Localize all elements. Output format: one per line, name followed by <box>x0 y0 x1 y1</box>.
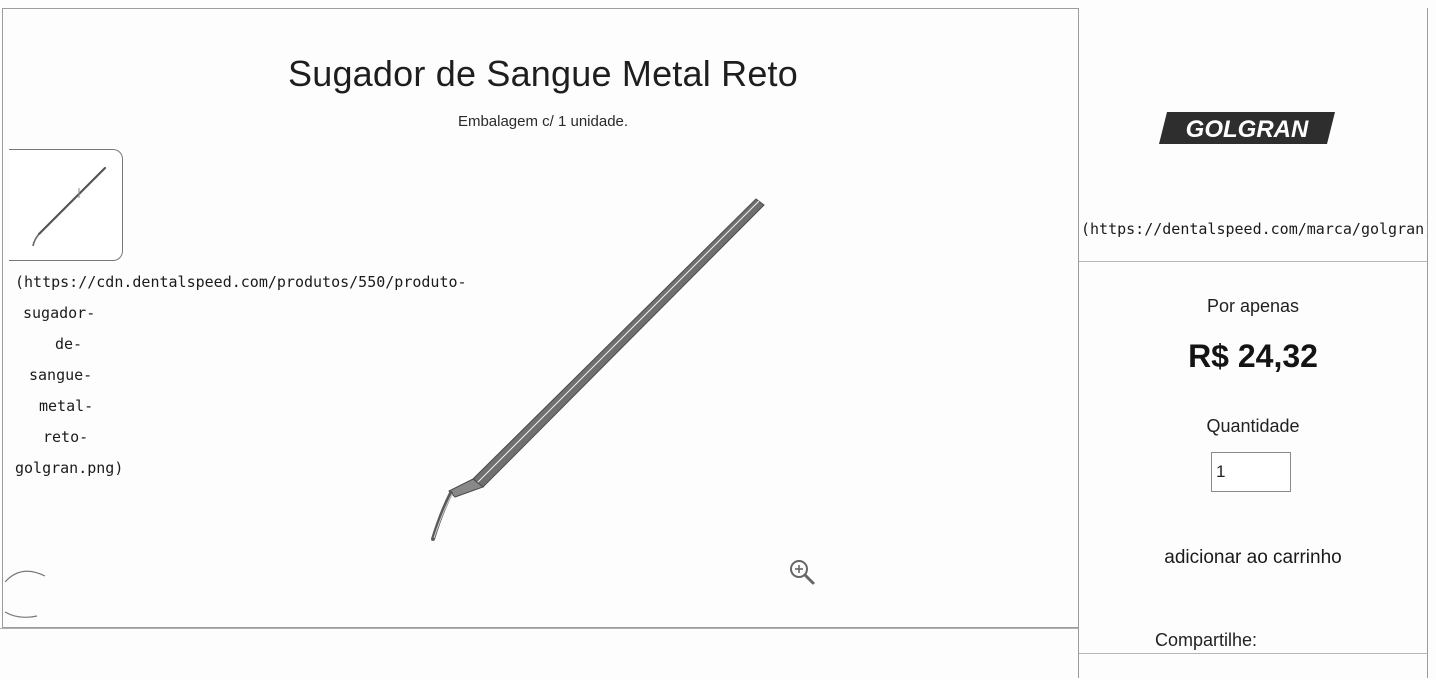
brand-logo-text: GOLGRAN <box>1186 116 1309 143</box>
divider <box>1079 653 1427 654</box>
product-title: Sugador de Sangue Metal Reto <box>288 53 798 94</box>
share-label: Compartilhe: <box>1155 630 1258 650</box>
zoom-in-icon[interactable] <box>787 557 817 587</box>
divider <box>1079 261 1427 262</box>
carousel-prev-icon[interactable] <box>1 564 71 624</box>
purchase-sidebar: GOLGRAN (https://dentalspeed.com/marca/g… <box>1078 8 1428 678</box>
suction-tip-thumbnail-icon <box>32 166 107 247</box>
product-subtitle: Embalagem c/ 1 unidade. <box>457 113 629 130</box>
image-url-line: sugador- <box>23 304 96 322</box>
quantity-input[interactable] <box>1211 452 1291 492</box>
product-price: R$ 24,32 <box>1188 338 1318 374</box>
image-url-line: de- <box>55 335 83 353</box>
product-page: Sugador de Sangue Metal Reto Embalagem c… <box>0 0 1436 680</box>
product-thumbnail[interactable] <box>9 149 123 261</box>
brand-logo[interactable]: GOLGRAN <box>1159 108 1339 148</box>
image-url-line: sangue- <box>29 366 93 384</box>
image-url-line: (https://cdn.dentalspeed.com/produtos/55… <box>15 273 467 291</box>
image-url-line: metal- <box>39 397 94 415</box>
price-label: Por apenas <box>1206 296 1300 316</box>
brand-url[interactable]: (https://dentalspeed.com/marca/golgran) <box>1081 220 1427 238</box>
product-image-url: (https://cdn.dentalspeed.com/produtos/55… <box>15 267 467 484</box>
product-gallery-panel: Sugador de Sangue Metal Reto Embalagem c… <box>2 8 1078 628</box>
quantity-label: Quantidade <box>1206 416 1300 436</box>
image-url-line: golgran.png) <box>15 459 124 477</box>
add-to-cart-button[interactable]: adicionar ao carrinho <box>1103 546 1403 570</box>
image-url-line: reto- <box>43 428 89 446</box>
divider <box>0 628 1078 629</box>
product-main-image[interactable] <box>421 195 781 545</box>
